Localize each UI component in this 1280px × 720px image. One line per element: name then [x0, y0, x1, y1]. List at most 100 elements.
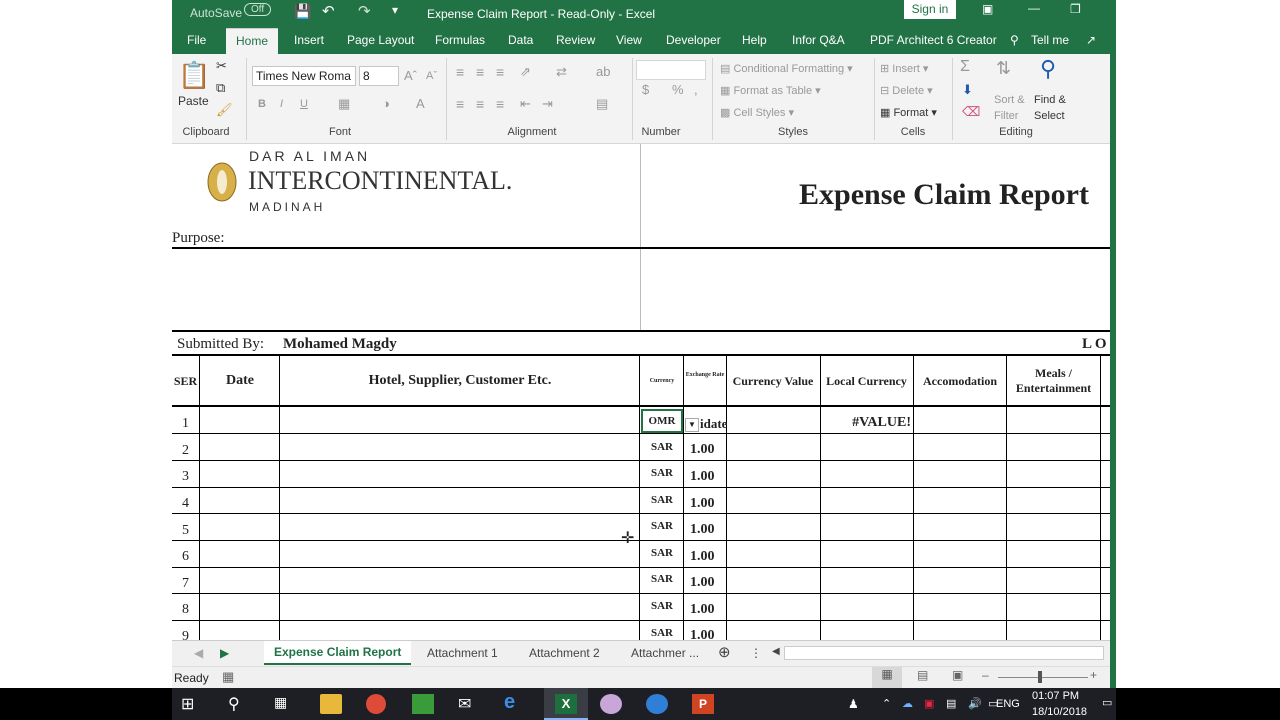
format-as-table-button[interactable]: ▦ Format as Table ▾ — [720, 84, 821, 97]
chrome-icon[interactable] — [366, 694, 386, 714]
percent-icon[interactable]: % — [672, 82, 684, 97]
minimize-icon[interactable]: — — [1028, 1, 1040, 15]
currency-icon[interactable]: $ — [642, 82, 649, 97]
file-explorer-icon[interactable] — [320, 694, 342, 714]
sign-in-button[interactable]: Sign in — [904, 0, 956, 19]
page-break-view-icon[interactable]: ▣ — [952, 668, 963, 682]
task-view-icon[interactable]: ▦ — [274, 694, 296, 714]
currency-cell-selected[interactable]: OMR — [641, 409, 683, 433]
font-name-box[interactable]: Times New Roma — [252, 66, 356, 86]
teamviewer-icon[interactable] — [646, 694, 668, 714]
paint-icon[interactable] — [600, 694, 622, 714]
security-icon[interactable]: ▣ — [924, 697, 934, 710]
find-label[interactable]: Find & — [1034, 94, 1066, 106]
format-painter-icon[interactable]: 🖌 — [216, 102, 233, 118]
insert-cells-button[interactable]: ⊞ Insert ▾ — [880, 62, 928, 75]
restore-icon[interactable]: ❐ — [1070, 2, 1081, 16]
fill-icon[interactable]: ⬇ — [962, 82, 973, 98]
mail-icon[interactable]: ✉ — [458, 694, 480, 714]
tab-home[interactable]: Home — [226, 28, 279, 54]
number-format-box[interactable] — [636, 60, 706, 80]
tab-file[interactable]: File — [187, 33, 206, 47]
powerpoint-icon[interactable]: P — [692, 694, 714, 714]
sheet-tab-attachment-1[interactable]: Attachment 1 — [427, 646, 498, 660]
tell-me-input[interactable]: Tell me — [1031, 33, 1069, 47]
zoom-slider[interactable] — [998, 677, 1088, 678]
tray-expand-icon[interactable]: ⌃ — [882, 697, 891, 710]
font-size-box[interactable]: 8 — [359, 66, 399, 86]
align-left-icon[interactable]: ≡ — [456, 96, 464, 112]
format-cells-button[interactable]: ▦ Format ▾ — [880, 106, 937, 119]
filter-label[interactable]: Filter — [994, 110, 1018, 122]
sheet-tab-expense-claim[interactable]: Expense Claim Report — [264, 641, 412, 665]
tab-view[interactable]: View — [616, 33, 642, 47]
merge-center-icon[interactable]: ▤ — [596, 96, 608, 112]
dropdown-arrow-icon[interactable]: ▼ — [685, 418, 699, 432]
indent-decrease-icon[interactable]: ⇤ — [520, 96, 531, 112]
wrap-icon[interactable]: ab — [596, 64, 610, 79]
zoom-out-icon[interactable]: – — [982, 668, 989, 682]
align-middle-icon[interactable]: ≡ — [476, 64, 484, 80]
delete-cells-button[interactable]: ⊟ Delete ▾ — [880, 84, 933, 97]
tab-splitter-icon[interactable]: ⋮ — [750, 646, 762, 660]
tab-insert[interactable]: Insert — [294, 33, 324, 47]
align-center-icon[interactable]: ≡ — [476, 96, 484, 112]
find-icon[interactable]: ⚲ — [1040, 56, 1056, 82]
horizontal-scrollbar[interactable] — [784, 646, 1104, 660]
clock-time[interactable]: 01:07 PM — [1032, 690, 1079, 702]
excel-taskbar-button[interactable]: X — [544, 688, 588, 720]
sheet-tab-attachment-2[interactable]: Attachment 2 — [529, 646, 600, 660]
people-icon[interactable]: ♟ — [848, 697, 859, 711]
edge-icon[interactable]: e — [504, 691, 526, 713]
clear-icon[interactable]: ⌫ — [962, 104, 980, 120]
comma-icon[interactable]: , — [694, 82, 698, 97]
tab-formulas[interactable]: Formulas — [435, 33, 485, 47]
align-top-icon[interactable]: ≡ — [456, 64, 464, 80]
align-right-icon[interactable]: ≡ — [496, 96, 504, 112]
font-color-icon[interactable]: A — [416, 96, 425, 111]
page-layout-view-icon[interactable]: ▤ — [917, 668, 928, 682]
onedrive-icon[interactable]: ☁ — [902, 697, 913, 710]
clock-date[interactable]: 18/10/2018 — [1032, 706, 1087, 718]
borders-icon[interactable]: ▦ — [338, 96, 350, 112]
store-icon[interactable] — [412, 694, 434, 714]
copy-icon[interactable]: ⧉ — [216, 80, 225, 96]
orientation-icon[interactable]: ⇗ — [520, 64, 531, 80]
paste-icon[interactable]: 📋 — [178, 60, 210, 91]
notifications-icon[interactable]: ▭ — [1102, 696, 1112, 709]
hscroll-left-icon[interactable]: ◀ — [772, 646, 780, 657]
increase-font-icon[interactable]: Aˆ — [404, 68, 417, 83]
windows-start-icon[interactable]: ⊞ — [181, 694, 203, 714]
decrease-font-icon[interactable]: Aˇ — [426, 70, 437, 82]
search-icon[interactable]: ⚲ — [228, 694, 250, 714]
select-label[interactable]: Select — [1034, 110, 1065, 122]
submitted-name[interactable]: Mohamed Magdy — [283, 336, 397, 353]
tab-help[interactable]: Help — [742, 33, 767, 47]
tab-developer[interactable]: Developer — [666, 33, 721, 47]
add-sheet-icon[interactable]: ⊕ — [718, 643, 731, 661]
autosum-icon[interactable]: Σ — [960, 58, 970, 76]
tab-page-layout[interactable]: Page Layout — [347, 33, 414, 47]
volume-icon[interactable]: 🔊 — [968, 697, 982, 710]
cut-icon[interactable]: ✂ — [216, 58, 227, 74]
italic-icon[interactable]: I — [280, 98, 283, 110]
fill-color-icon[interactable]: ◑ — [382, 96, 390, 111]
tab-review[interactable]: Review — [556, 33, 595, 47]
conditional-formatting-button[interactable]: ▤ Conditional Formatting ▾ — [720, 62, 853, 75]
worksheet[interactable]: DAR AL IMAN INTERCONTINENTAL. MADINAH Ex… — [172, 144, 1110, 644]
sort-filter-icon[interactable]: ⇅ — [996, 58, 1011, 79]
ribbon-display-icon[interactable]: ▣ — [982, 2, 993, 16]
language-indicator[interactable]: ENG — [996, 698, 1020, 710]
align-bottom-icon[interactable]: ≡ — [496, 64, 504, 80]
scroll-right-icon[interactable]: ▶ — [220, 646, 229, 660]
zoom-in-icon[interactable]: + — [1090, 668, 1097, 682]
sort-label[interactable]: Sort & — [994, 94, 1025, 106]
tab-data[interactable]: Data — [508, 33, 533, 47]
cell-styles-button[interactable]: ▩ Cell Styles ▾ — [720, 106, 794, 119]
search-icon[interactable]: ⚲ — [1010, 33, 1019, 47]
zoom-thumb[interactable] — [1038, 671, 1042, 683]
scroll-left-icon[interactable]: ◀ — [194, 646, 203, 660]
network-icon[interactable]: ▤ — [946, 697, 956, 710]
bold-icon[interactable]: B — [258, 98, 266, 110]
tab-pdf-architect[interactable]: PDF Architect 6 Creator — [870, 33, 997, 47]
